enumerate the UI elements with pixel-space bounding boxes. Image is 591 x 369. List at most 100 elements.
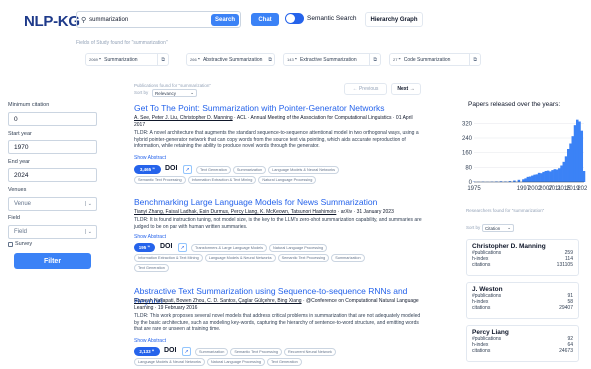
y-tick-label: 240 <box>462 136 473 142</box>
bar <box>558 168 561 182</box>
sort-by-label: Sort by <box>134 90 149 95</box>
start-year-input[interactable]: 1970 <box>8 140 97 154</box>
tag-chip[interactable]: Semantic Text Processing <box>277 254 330 262</box>
tag-chip[interactable]: Summarization <box>331 254 365 262</box>
tag-chip[interactable]: Language Models & Neural Networks <box>268 166 340 174</box>
tag-chip[interactable]: Semantic Text Processing <box>230 348 282 356</box>
show-abstract-link[interactable]: Show Abstract <box>134 155 166 161</box>
field-chip[interactable]: 266 ❞ Abstractive Summarization ⧉ <box>186 53 275 66</box>
show-abstract-link[interactable]: Show Abstract <box>134 234 166 240</box>
field-chip[interactable]: 143 ❞ Extractive Summarization ⧉ <box>283 53 381 66</box>
field-chip[interactable]: 2069 ❞ Summarization ⧉ <box>85 53 169 66</box>
semantic-search-label: Semantic Search <box>307 15 357 22</box>
researchers-sort-select[interactable]: Citation ⌄ <box>482 224 514 232</box>
chip-divider <box>369 53 371 66</box>
field-chip-label: Extractive Summarization <box>299 56 357 63</box>
tag-chip[interactable]: Text Generation <box>196 166 231 174</box>
researcher-citations: citations 24673 <box>472 348 573 354</box>
tag-chip[interactable]: Language Models & Neural Networks <box>134 358 205 366</box>
tag-chip[interactable]: Semantic Text Processing <box>134 176 186 184</box>
researcher-card[interactable]: Christopher D. Manning #publications 259 … <box>466 239 579 276</box>
researchers-found-label: Researchers found for "summarization" <box>466 208 545 213</box>
search-icon: ⚲ <box>81 16 87 24</box>
citations-label: citations <box>472 348 491 354</box>
previous-button[interactable]: ← Previous <box>344 83 387 95</box>
external-link-icon[interactable]: ↗ <box>182 347 191 356</box>
tag-chip[interactable]: Natural Language Processing <box>258 176 317 184</box>
bar <box>542 171 545 182</box>
chevron-down-icon: | ⌄ <box>85 201 92 207</box>
field-chip-label: Abstractive Summarization <box>202 56 263 63</box>
semantic-search-toggle[interactable] <box>285 13 304 24</box>
bar <box>540 173 543 182</box>
paper-author-list[interactable]: Ramesh Nallapati, Bowen Zhou, C. D. Sant… <box>134 298 302 304</box>
tag-chip[interactable]: Information Extraction & Text Mining <box>187 176 257 184</box>
bar <box>569 143 572 182</box>
bar <box>582 171 586 182</box>
sort-select[interactable]: Relevancy ⌄ <box>152 89 197 97</box>
tag-chip[interactable]: Transformers & Large Language Models <box>191 244 268 252</box>
researcher-card[interactable]: J. Weston #publications 91 h-index 58 cita… <box>466 282 579 319</box>
hierarchy-graph-button[interactable]: Hierarchy Graph <box>365 12 423 27</box>
bar <box>533 174 536 182</box>
doi-link[interactable]: DOI <box>165 165 177 172</box>
doi-link[interactable]: DOI <box>164 347 176 354</box>
graph-icon[interactable]: ⧉ <box>373 57 380 63</box>
citation-badge: 2,133 ❞ <box>134 347 160 356</box>
bar <box>573 125 577 182</box>
venue-select[interactable]: Venue | ⌄ <box>8 197 97 211</box>
end-year-input[interactable]: 2024 <box>8 168 97 182</box>
paper-author-list[interactable]: A. See, Peter J. Liu, Christopher D. Man… <box>134 115 233 121</box>
paper-tags: Text Generation Summarization Language M… <box>196 166 426 174</box>
researcher-card[interactable]: Percy Liang #publications 92 h-index 64 ci… <box>466 325 579 362</box>
venue-placeholder: Venue <box>14 201 32 207</box>
tag-chip[interactable]: Text Generation <box>134 264 169 272</box>
tag-chip[interactable]: Natural Language Processing <box>269 244 328 252</box>
citation-badge: 3,465 ❞ <box>134 165 161 174</box>
y-tick-label: 80 <box>465 165 472 171</box>
external-link-icon[interactable]: ↗ <box>178 243 187 252</box>
paper-tldr: TLDR: It is found instruction tuning, no… <box>134 217 422 230</box>
paper-authors: Ramesh Nallapati, Bowen Zhou, C. D. Sant… <box>134 298 424 311</box>
bar <box>544 171 548 182</box>
external-link-icon[interactable]: ↗ <box>183 165 192 174</box>
field-chip[interactable]: 27 ❞ Code Summarization ⧉ <box>389 53 481 66</box>
min-citation-input[interactable]: 0 <box>8 112 97 126</box>
chart-title: Papers released over the years: <box>468 101 561 108</box>
next-button[interactable]: Next → <box>391 83 421 95</box>
paper-title[interactable]: Get To The Point: Summarization with Poi… <box>134 103 424 113</box>
search-button[interactable]: Search <box>211 14 239 26</box>
fields-found-label: Fields of Study found for "summarization… <box>76 40 168 46</box>
paper-tags: Language Models & Neural Networks Natura… <box>134 358 426 366</box>
bar <box>526 176 530 182</box>
researchers-sort-value: Citation <box>485 225 501 231</box>
filter-button[interactable]: Filter <box>14 253 91 269</box>
min-citation-label: Minimum citation <box>8 102 50 108</box>
app-logo[interactable]: NLP-KG <box>24 13 80 30</box>
tag-chip[interactable]: Recurrent Neural Network <box>283 348 336 356</box>
tag-chip[interactable]: Text Generation <box>266 358 302 366</box>
graph-icon[interactable]: ⧉ <box>161 57 168 63</box>
graph-icon[interactable]: ⧉ <box>473 57 480 63</box>
field-label: Field <box>8 215 20 221</box>
tag-chip[interactable]: Summarization <box>195 348 229 356</box>
tag-chip[interactable]: Language Models & Neural Networks <box>204 254 276 262</box>
doi-link[interactable]: DOI <box>160 243 172 250</box>
tag-chip[interactable]: Information Extraction & Text Mining <box>134 254 203 262</box>
show-abstract-link[interactable]: Show Abstract <box>134 338 166 344</box>
field-select[interactable]: Field | ⌄ <box>8 225 97 239</box>
bar <box>578 121 581 182</box>
tag-chip[interactable]: Summarization <box>232 166 267 174</box>
chat-button[interactable]: Chat <box>251 13 279 26</box>
bar <box>564 156 568 182</box>
citations-value: 29407 <box>559 305 573 311</box>
survey-checkbox[interactable] <box>8 242 13 247</box>
paper-title[interactable]: Benchmarking Large Language Models for N… <box>134 197 424 207</box>
tag-chip[interactable]: Natural Language Processing <box>206 358 265 366</box>
paper-tags: Semantic Text Processing Information Ext… <box>134 176 424 184</box>
publications-found-label: Publications found for "summarization" <box>134 83 211 88</box>
paper-author-list[interactable]: Tianyi Zhang, Faisal Ladhak, Esin Durmus… <box>134 209 336 215</box>
bar <box>560 165 563 182</box>
graph-icon[interactable]: ⧉ <box>268 57 275 63</box>
bar <box>567 149 570 182</box>
